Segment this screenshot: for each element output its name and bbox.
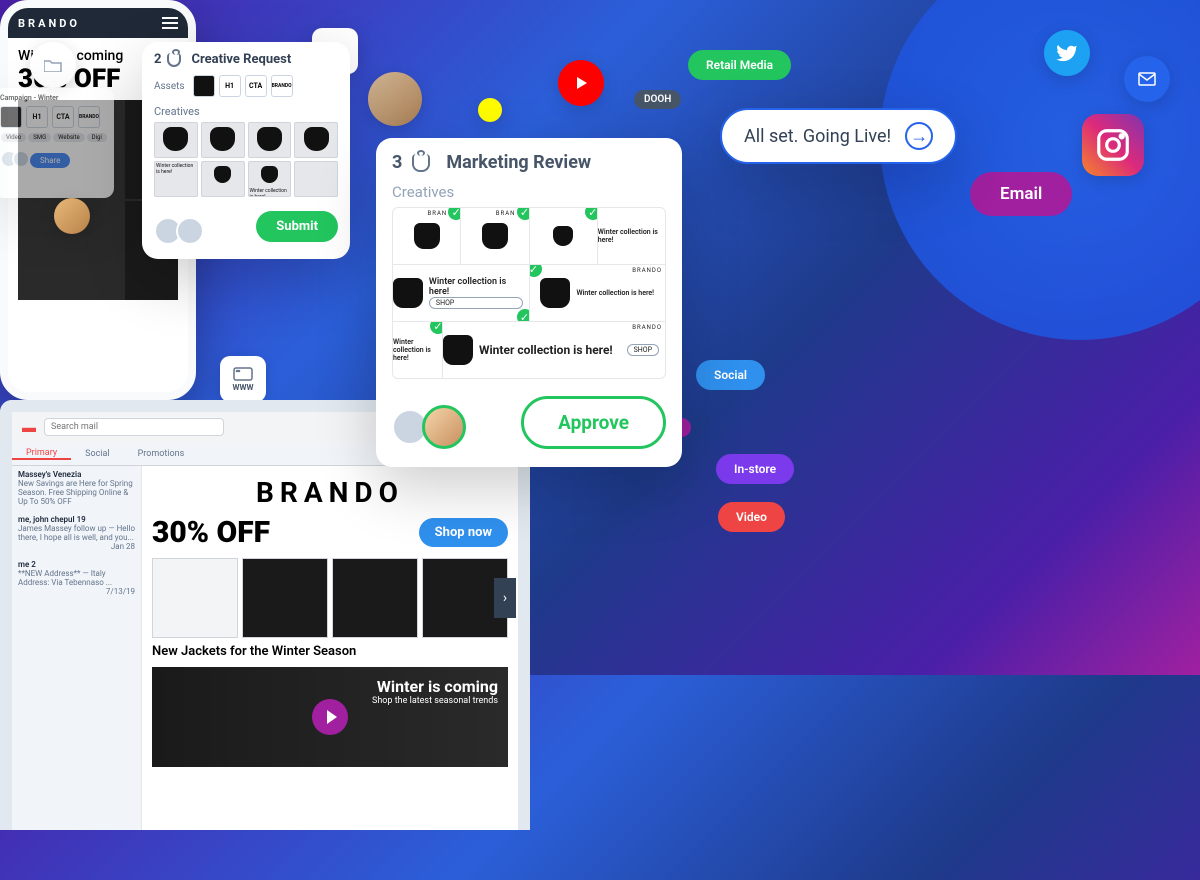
video-pill: Video <box>718 502 785 532</box>
hamburger-icon[interactable] <box>162 22 178 24</box>
campaign-bg-card: Campaign - Winter H1CTABRANDO VideoSMGWe… <box>0 88 114 198</box>
review-count: 3 <box>392 152 402 173</box>
twitter-icon <box>1044 30 1090 76</box>
avatar-reviewer-1 <box>368 72 422 126</box>
arrow-right-icon: → <box>905 122 933 150</box>
creative-request-title: Creative Request <box>191 52 291 67</box>
bell-icon <box>412 154 430 172</box>
youtube-icon <box>558 60 604 106</box>
laptop-mockup: ▬ ⦿ ⚙ ⋮ Primary Social Promotions Massey… <box>0 400 530 880</box>
shop-now-button[interactable]: Shop now <box>419 518 508 547</box>
email-brand: BRANDO <box>152 476 508 509</box>
submit-button[interactable]: Submit <box>256 211 338 242</box>
discount-text: 30% OFF <box>152 515 270 550</box>
email-preview: BRANDO 30% OFF Shop now › New Jackets fo… <box>142 466 518 830</box>
approve-button[interactable]: Approve <box>521 396 666 449</box>
asset-chip-h1: H1 <box>219 75 241 97</box>
creative-request-card: 2 Creative Request Assets H1 CTA BRANDO … <box>142 42 350 259</box>
avatar-small <box>54 198 90 234</box>
in-store-pill: In-store <box>716 454 794 484</box>
review-grid: BRANDO✓ BRANDO✓ ✓ Winter collection is h… <box>392 207 666 379</box>
carousel-next-icon[interactable]: › <box>494 578 516 618</box>
video-hero[interactable]: Winter is coming Shop the latest seasona… <box>152 667 508 767</box>
phone-brand: BRANDO <box>18 17 80 30</box>
creatives-label: Creatives <box>154 105 338 118</box>
mail-icon <box>1124 56 1170 102</box>
creative-request-count: 2 <box>154 52 161 67</box>
bell-icon <box>167 53 181 67</box>
snapchat-icon <box>478 98 502 122</box>
assets-label: Assets <box>154 81 185 92</box>
campaign-title: Campaign - Winter <box>0 94 108 102</box>
tab-social[interactable]: Social <box>71 449 123 459</box>
share-button[interactable]: Share <box>30 153 70 168</box>
tab-promotions[interactable]: Promotions <box>124 449 199 459</box>
asset-chip-image <box>193 75 215 97</box>
review-avatars <box>392 405 466 449</box>
going-live-status: All set. Going Live! → <box>720 108 957 164</box>
caption-text: New Jackets for the Winter Season <box>152 644 508 659</box>
request-avatars <box>154 217 204 245</box>
search-input[interactable] <box>44 418 224 436</box>
email-pill: Email <box>970 172 1072 216</box>
tab-primary[interactable]: Primary <box>12 448 71 460</box>
jacket-carousel[interactable]: › <box>152 558 508 638</box>
asset-chip-cta: CTA <box>245 75 267 97</box>
inbox-row[interactable]: me, john chepul 19James Massey follow up… <box>12 511 141 556</box>
inbox-list: Massey's VeneziaNew Savings are Here for… <box>12 466 142 830</box>
inbox-row[interactable]: Massey's VeneziaNew Savings are Here for… <box>12 466 141 511</box>
dooh-pill: DOOH <box>634 90 681 109</box>
marketing-review-title: Marketing Review <box>446 152 591 173</box>
retail-media-pill: Retail Media <box>688 50 791 80</box>
instagram-icon <box>1082 114 1144 176</box>
marketing-review-card: 3 Marketing Review Creatives BRANDO✓ BRA… <box>376 138 682 467</box>
social-pill: Social <box>696 360 765 390</box>
going-live-text: All set. Going Live! <box>744 126 891 147</box>
creative-thumbnails: Winter collection is here!Winter collect… <box>154 122 338 197</box>
www-badge: WWW <box>220 356 266 402</box>
inbox-row[interactable]: me 2**NEW Address** — Italy Address: Via… <box>12 556 141 601</box>
asset-chip-brand: BRANDO <box>271 75 293 97</box>
creatives-label: Creatives <box>392 183 666 201</box>
play-icon[interactable] <box>312 699 348 735</box>
folder-icon <box>30 42 76 88</box>
